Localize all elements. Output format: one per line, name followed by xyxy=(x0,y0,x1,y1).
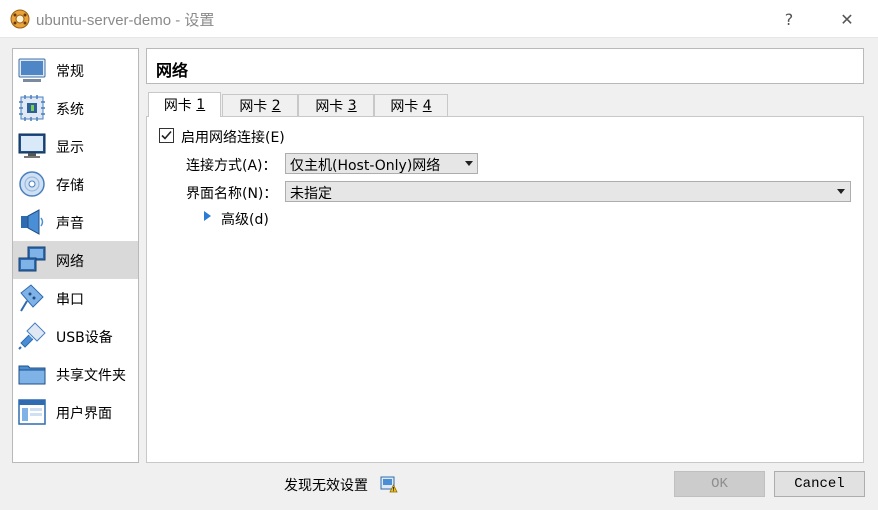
sidebar-item-network[interactable]: 网络 xyxy=(13,241,138,279)
sidebar-item-label: 常规 xyxy=(56,64,84,80)
sidebar-item-display[interactable]: 显示 xyxy=(13,127,138,165)
sidebar-item-user-interface[interactable]: 用户界面 xyxy=(13,393,138,431)
chevron-down-icon xyxy=(465,161,473,166)
attach-type-label: 连接方式(A)： xyxy=(186,158,277,174)
title-bar: ubuntu-server-demo - 设置 ? ✕ xyxy=(0,0,878,38)
display-monitor-icon xyxy=(18,133,46,158)
expand-arrow-icon xyxy=(204,211,211,221)
tab-label: 网卡 xyxy=(315,98,348,115)
tab-label: 网卡 xyxy=(239,98,272,115)
tab-shortcut: 3 xyxy=(347,97,357,114)
enable-adapter-label: 启用网络连接(E) xyxy=(181,130,285,146)
tab-shortcut: 2 xyxy=(271,97,281,114)
network-icon xyxy=(18,246,46,272)
close-button[interactable]: ✕ xyxy=(824,0,870,38)
sidebar-item-label: 系统 xyxy=(56,102,84,118)
speaker-icon xyxy=(21,209,44,235)
sidebar-item-label: 声音 xyxy=(56,216,84,232)
enable-adapter-checkbox[interactable] xyxy=(159,128,174,143)
help-button[interactable]: ? xyxy=(766,0,812,38)
tab-adapter-4[interactable]: 网卡 4 xyxy=(374,94,448,116)
tab-adapter-2[interactable]: 网卡 2 xyxy=(222,94,298,116)
sidebar-item-label: 网络 xyxy=(56,254,84,270)
shared-folder-icon xyxy=(18,365,46,385)
invalid-settings-text: 发现无效设置 xyxy=(284,478,368,494)
tab-shortcut: 4 xyxy=(422,97,432,114)
tab-label: 网卡 xyxy=(390,98,423,115)
serial-port-icon xyxy=(20,284,44,312)
close-icon: ✕ xyxy=(840,9,854,29)
user-interface-icon xyxy=(18,399,46,425)
sidebar-item-label: 共享文件夹 xyxy=(56,368,126,384)
advanced-label: 高级(d) xyxy=(221,212,269,228)
checkmark-icon xyxy=(161,130,172,140)
sidebar-item-general[interactable]: 常规 xyxy=(13,51,138,89)
sidebar-item-shared-folders[interactable]: 共享文件夹 xyxy=(13,355,138,393)
tab-label: 网卡 xyxy=(163,98,197,114)
page-header: 网络 xyxy=(146,48,864,84)
sidebar-item-storage[interactable]: 存储 xyxy=(13,165,138,203)
sidebar-item-audio[interactable]: 声音 xyxy=(13,203,138,241)
sidebar-item-system[interactable]: 系统 xyxy=(13,89,138,127)
chevron-down-icon xyxy=(837,189,845,194)
help-icon: ? xyxy=(784,9,794,29)
system-chip-icon xyxy=(19,95,45,121)
settings-sidebar: 常规 系统 显示 存储 声音 网络 串口 USB设备 共享文件夹 用户界面 xyxy=(12,48,139,463)
cancel-button-label: Cancel xyxy=(794,476,845,492)
interface-name-label: 界面名称(N)： xyxy=(186,186,278,202)
ok-button-label: OK xyxy=(711,476,728,492)
sidebar-item-label: USB设备 xyxy=(56,330,113,346)
sidebar-item-label: 显示 xyxy=(56,140,84,156)
sidebar-item-label: 用户界面 xyxy=(56,406,112,422)
attach-type-select[interactable]: 仅主机(Host-Only)网络 xyxy=(285,153,478,174)
warning-icon[interactable] xyxy=(380,475,398,493)
attach-type-value: 仅主机(Host-Only)网络 xyxy=(290,158,441,174)
interface-name-value: 未指定 xyxy=(290,186,332,202)
interface-name-select[interactable]: 未指定 xyxy=(285,181,851,202)
tab-adapter-1[interactable]: 网卡 1 xyxy=(148,92,221,117)
cancel-button[interactable]: Cancel xyxy=(774,471,865,497)
sidebar-item-label: 存储 xyxy=(56,178,84,194)
general-icon xyxy=(18,58,46,82)
sidebar-item-label: 串口 xyxy=(56,292,84,308)
ok-button[interactable]: OK xyxy=(674,471,765,497)
sidebar-item-usb[interactable]: USB设备 xyxy=(13,317,138,355)
sidebar-item-serial[interactable]: 串口 xyxy=(13,279,138,317)
tab-adapter-3[interactable]: 网卡 3 xyxy=(298,94,374,116)
usb-icon xyxy=(18,322,46,350)
tab-shortcut: 1 xyxy=(196,97,206,113)
storage-disc-icon xyxy=(19,171,45,197)
page-title: 网络 xyxy=(156,61,189,80)
window-title: ubuntu-server-demo - 设置 xyxy=(36,12,215,29)
virtualbox-app-icon xyxy=(10,9,30,29)
